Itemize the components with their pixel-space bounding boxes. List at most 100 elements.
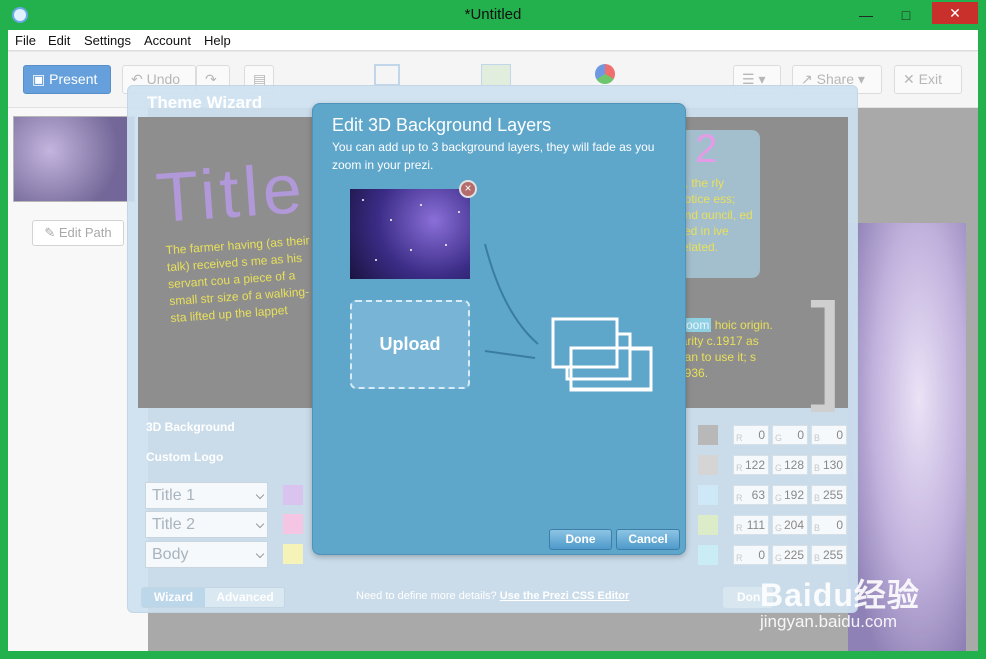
title1-font-select[interactable]: Title 1 <box>145 482 268 509</box>
rgb-value: 111 <box>746 518 765 532</box>
rgb-key: G <box>775 433 783 443</box>
rgb-value: 0 <box>797 428 804 442</box>
menu-bar: File Edit Settings Account Help <box>8 30 978 51</box>
maximize-button[interactable]: □ <box>892 4 920 26</box>
preview-bracket: ] <box>810 279 844 413</box>
rgb-input[interactable]: G 192 <box>772 485 808 505</box>
dialog-description: You can add up to 3 background layers, t… <box>332 140 655 172</box>
color-swatch-3[interactable] <box>698 485 718 505</box>
rgb-input[interactable]: R0 <box>733 425 769 445</box>
menu-settings[interactable]: Settings <box>84 33 131 48</box>
menu-help[interactable]: Help <box>204 33 231 48</box>
upload-layer-button[interactable]: Upload <box>350 300 470 389</box>
rgb-key: G <box>775 493 783 503</box>
chevron-down-icon <box>255 519 265 529</box>
minimize-button[interactable]: — <box>852 4 880 26</box>
chevron-down-icon <box>255 549 265 559</box>
rgb-key: G <box>775 523 783 533</box>
css-editor-hint: Need to define more details? Use the Pre… <box>356 590 629 602</box>
title1-font-value: Title 1 <box>152 487 195 504</box>
background-layer-1[interactable] <box>350 189 470 279</box>
custom-logo-label[interactable]: Custom Logo <box>146 450 223 464</box>
close-button[interactable]: ✕ <box>932 2 978 24</box>
menu-file[interactable]: File <box>15 33 36 48</box>
rgb-input[interactable]: B 130 <box>811 455 847 475</box>
wizard-tab[interactable]: Wizard <box>142 588 205 607</box>
theme-wizard-title: Theme Wizard <box>147 93 263 112</box>
rgb-row: R 63 G 192 B 255 <box>733 485 847 505</box>
watermark-url: jingyan.baidu.com <box>760 612 898 631</box>
rgb-key: B <box>814 553 821 563</box>
layers-stack-icon <box>484 244 653 392</box>
rgb-input[interactable]: B0 <box>811 425 847 445</box>
css-editor-link[interactable]: Use the Prezi CSS Editor <box>500 590 630 602</box>
3d-background-label[interactable]: 3D Background <box>146 420 235 434</box>
body-font-value: Body <box>152 546 189 563</box>
title2-font-select[interactable]: Title 2 <box>145 511 268 538</box>
title-bar: *Untitled — □ ✕ <box>8 0 978 30</box>
window-title: *Untitled <box>464 6 522 23</box>
title2-font-value: Title 2 <box>152 516 195 533</box>
rgb-key: G <box>775 553 783 563</box>
preview-right-text-2: zoom hoic origin. larity c.1917 as gan t… <box>678 317 778 381</box>
body-font-select[interactable]: Body <box>145 541 268 568</box>
color-swatch-1[interactable] <box>698 425 718 445</box>
rgb-value: 255 <box>822 548 843 562</box>
star <box>410 249 412 251</box>
preview-number: 2 <box>695 127 718 171</box>
rgb-value: 63 <box>751 488 765 502</box>
rgb-input[interactable]: G 225 <box>772 545 808 565</box>
rgb-input[interactable]: G0 <box>772 425 808 445</box>
title2-color-swatch[interactable] <box>283 514 303 534</box>
preview-title: Title <box>153 148 309 238</box>
rgb-value: 122 <box>744 458 765 472</box>
rgb-input[interactable]: G 204 <box>772 515 808 535</box>
rgb-input[interactable]: R 122 <box>733 455 769 475</box>
rgb-row: R0G0B0 <box>733 425 847 445</box>
rgb-key: R <box>736 463 743 473</box>
rgb-value: 0 <box>758 548 765 562</box>
rgb-key: R <box>736 433 743 443</box>
remove-layer-icon[interactable]: × <box>459 180 477 198</box>
rgb-key: R <box>736 553 743 563</box>
rgb-value: 0 <box>758 428 765 442</box>
star <box>362 199 364 201</box>
rgb-input[interactable]: G 128 <box>772 455 808 475</box>
rgb-input[interactable]: B 255 <box>811 485 847 505</box>
done-button[interactable]: Done <box>549 529 612 550</box>
advanced-tab[interactable]: Advanced <box>205 588 285 607</box>
rgb-value: 204 <box>783 518 804 532</box>
rgb-value: 192 <box>783 488 804 502</box>
menu-edit[interactable]: Edit <box>48 33 70 48</box>
edit-3d-background-dialog: Edit 3D Background Layers You can add up… <box>312 103 686 555</box>
rgb-row: R 111 G 204 B 0 <box>733 515 847 535</box>
preview-body-text: The farmer having (as their talk) receiv… <box>165 233 310 326</box>
application-window: *Untitled — □ ✕ File Edit Settings Accou… <box>0 0 986 659</box>
rgb-value: 0 <box>836 518 843 532</box>
watermark-brand: Baidu经验 <box>760 577 920 613</box>
wizard-mode-toggle: Wizard Advanced <box>141 587 285 608</box>
star <box>445 244 447 246</box>
title1-color-swatch[interactable] <box>283 485 303 505</box>
rgb-input[interactable]: R 111 <box>733 515 769 535</box>
star <box>458 211 460 213</box>
rgb-key: B <box>814 493 821 503</box>
css-hint-text: Need to define more details? <box>356 590 497 602</box>
star <box>390 219 392 221</box>
color-swatch-4[interactable] <box>698 515 718 535</box>
color-swatch-5[interactable] <box>698 545 718 565</box>
star <box>375 259 377 261</box>
dialog-title: Edit 3D Background Layers <box>332 115 552 135</box>
rgb-value: 130 <box>822 458 843 472</box>
rgb-key: G <box>775 463 783 473</box>
rgb-key: B <box>814 433 821 443</box>
rgb-input[interactable]: B0 <box>811 515 847 535</box>
rgb-input[interactable]: R0 <box>733 545 769 565</box>
cancel-button[interactable]: Cancel <box>616 529 680 550</box>
menu-account[interactable]: Account <box>144 33 191 48</box>
rgb-input[interactable]: R 63 <box>733 485 769 505</box>
body-color-swatch[interactable] <box>283 544 303 564</box>
rgb-input[interactable]: B 255 <box>811 545 847 565</box>
color-swatch-2[interactable] <box>698 455 718 475</box>
chevron-down-icon <box>255 490 265 500</box>
